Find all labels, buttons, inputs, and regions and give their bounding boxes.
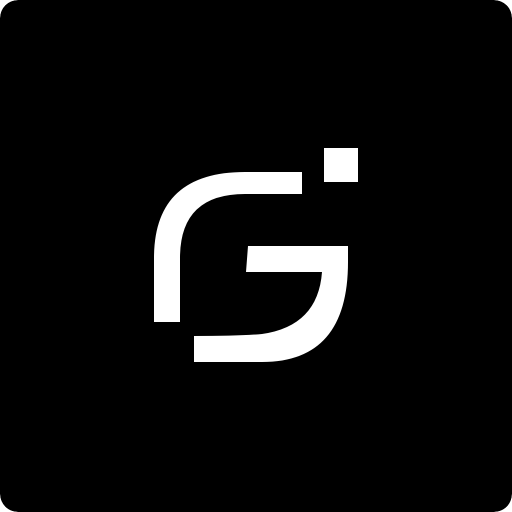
logo-canvas: [0, 0, 512, 512]
app-icon-tile: [0, 0, 512, 512]
logo-square-dot: [324, 148, 358, 182]
